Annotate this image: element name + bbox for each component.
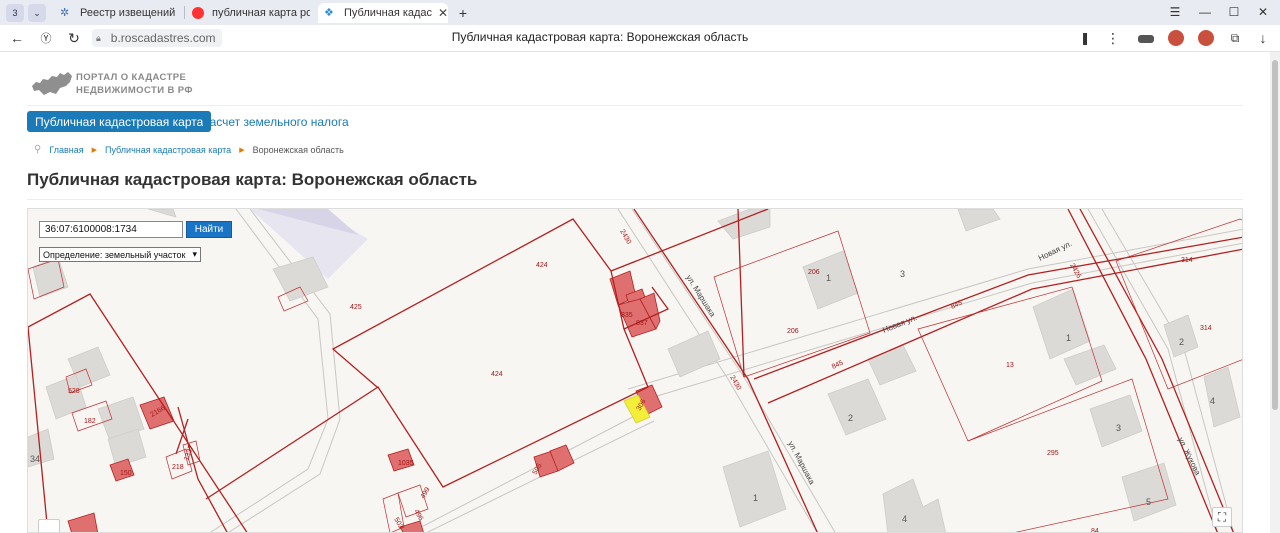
maximize-icon[interactable]: ☐: [1225, 4, 1243, 20]
lock-icon: 🔒︎: [96, 32, 101, 43]
tab-active-cadastral-map[interactable]: ❖ Публичная кадастровая карта ✕: [318, 3, 448, 23]
street-label: ул. Жукова: [1176, 436, 1202, 477]
page-heading: Публичная кадастровая карта: Воронежская…: [27, 170, 478, 189]
parcel-label[interactable]: 3: [900, 269, 905, 279]
tab-title: Публичная кадастровая карта: [344, 7, 432, 19]
parcel-label[interactable]: 182: [84, 418, 96, 425]
building-label: 1: [1066, 333, 1071, 343]
menu-icon[interactable]: ☰: [1166, 4, 1184, 20]
new-tab-icon[interactable]: +: [454, 4, 472, 22]
tab-registry[interactable]: ✲ Реестр извещений: [54, 3, 182, 23]
extension-avatar-icon[interactable]: [1168, 30, 1184, 46]
street-label: Новая ул.: [881, 313, 918, 335]
address-bar: ← Ⓨ ↻ 🔒︎ b.roscadastres.com Публичная ка…: [0, 25, 1280, 52]
parcel-label[interactable]: 845: [950, 299, 964, 310]
tab-bar: 3 ⌄ ✲ Реестр извещений публичная карта р…: [0, 0, 1280, 25]
parcel-label[interactable]: 218: [172, 464, 184, 471]
breadcrumb: ⚲ Главная ▶ Публичная кадастровая карта …: [34, 144, 344, 155]
fullscreen-icon[interactable]: ⛶: [1212, 507, 1232, 527]
parcel-label[interactable]: 845: [831, 359, 845, 370]
building-label: 2: [1179, 337, 1184, 347]
close-window-icon[interactable]: ✕: [1254, 4, 1272, 20]
page-scrollbar[interactable]: [1270, 52, 1280, 533]
yandex-favicon-icon: [192, 7, 204, 19]
nav-cadastral-map-active[interactable]: Публичная кадастровая карта: [27, 111, 212, 132]
parcel-label[interactable]: 2430: [618, 229, 632, 246]
divider: [27, 199, 1243, 200]
parcel-label[interactable]: 528: [68, 388, 80, 395]
parcel-label[interactable]: 424: [536, 262, 548, 269]
extension-shield-icon[interactable]: [1138, 35, 1154, 43]
breadcrumb-arrow-icon: ▶: [239, 146, 245, 154]
cadastral-number-search-input[interactable]: [39, 221, 183, 238]
tabs-menu-chevron-icon[interactable]: ⌄: [28, 4, 46, 22]
divider: [27, 105, 1243, 106]
back-arrow-icon[interactable]: ←: [8, 30, 26, 46]
definition-select-value: Определение: земельный участок: [43, 249, 186, 260]
building-label: 2: [848, 413, 853, 423]
yandex-home-icon[interactable]: Ⓨ: [37, 30, 55, 46]
breadcrumb-home[interactable]: Главная: [49, 145, 83, 155]
parcel-label[interactable]: 206: [787, 328, 799, 335]
more-options-icon[interactable]: ⋮: [1104, 30, 1122, 46]
tab-yandex-search[interactable]: публичная карта росреестра: [186, 3, 310, 23]
building-label: 1: [753, 493, 758, 503]
location-pin-icon: ⚲: [34, 144, 42, 155]
parcel-label[interactable]: 150: [120, 470, 132, 477]
building-label: 1: [826, 273, 831, 283]
registry-favicon-icon: ✲: [60, 7, 70, 19]
url-text: b.roscadastres.com: [110, 31, 216, 45]
nav-land-tax-link[interactable]: Расчет земельного налога: [202, 115, 349, 129]
map-canvas[interactable]: 424 424 425 206 206 314 314 13 295 845 8…: [28, 209, 1243, 533]
building-label: 5: [1146, 497, 1151, 507]
collections-icon[interactable]: ⧉: [1226, 30, 1244, 46]
url-field[interactable]: 🔒︎ b.roscadastres.com: [92, 29, 222, 47]
parcel-label[interactable]: 295: [1047, 450, 1059, 457]
parcel-label[interactable]: 13: [1006, 362, 1014, 369]
parcel-label[interactable]: 837: [636, 320, 648, 327]
page-title-display: Публичная кадастровая карта: Воронежская…: [451, 30, 749, 44]
chevron-down-icon: ▾: [192, 249, 197, 259]
find-button[interactable]: Найти: [186, 221, 232, 238]
parcel-label[interactable]: 206: [808, 269, 820, 276]
parcel-label[interactable]: 34: [30, 454, 40, 464]
parcel-label[interactable]: 84: [1091, 528, 1099, 533]
parcel-label[interactable]: 424: [491, 371, 503, 378]
breadcrumb-current: Воронежская область: [252, 144, 344, 155]
tab-counter[interactable]: 3: [6, 4, 24, 22]
parcel-label[interactable]: 425: [350, 304, 362, 311]
building-label: 4: [1210, 396, 1215, 406]
parcel-label[interactable]: 2426: [1068, 263, 1082, 280]
tab-title: публичная карта росреестра: [212, 7, 310, 19]
building-label: 3: [1116, 423, 1121, 433]
extension-avatar-icon[interactable]: [1198, 30, 1214, 46]
map-favicon-icon: ❖: [324, 7, 334, 19]
building-label: 4: [902, 514, 907, 524]
tab-separator: [184, 6, 185, 19]
bookmark-icon[interactable]: ❚: [1076, 30, 1094, 46]
parcel-label[interactable]: 835: [621, 312, 633, 319]
tab-title: Реестр извещений: [80, 7, 176, 19]
downloads-icon[interactable]: ↓: [1254, 30, 1272, 46]
cadastral-map[interactable]: 424 424 425 206 206 314 314 13 295 845 8…: [27, 208, 1243, 533]
logo-line2: НЕДВИЖИМОСТИ В РФ: [76, 85, 193, 96]
street-label: Новая ул.: [1037, 239, 1073, 263]
site-logo-text[interactable]: ПОРТАЛ О КАДАСТРЕ НЕДВИЖИМОСТИ В РФ: [76, 71, 193, 97]
definition-select[interactable]: Определение: земельный участок ▾: [39, 247, 201, 262]
street-label: ул. Маршака: [786, 440, 817, 487]
parcel-label[interactable]: 1337: [183, 445, 195, 462]
parcel-label[interactable]: 314: [1181, 257, 1193, 264]
russia-map-logo-icon: [32, 72, 72, 95]
parcel-label[interactable]: 496: [412, 509, 424, 523]
parcel-label[interactable]: 314: [1200, 325, 1212, 332]
minimize-icon[interactable]: —: [1196, 4, 1214, 20]
zoom-control[interactable]: [38, 519, 60, 532]
close-tab-icon[interactable]: ✕: [438, 6, 448, 20]
parcel-label[interactable]: 1035: [398, 460, 414, 467]
scrollbar-thumb[interactable]: [1272, 60, 1278, 410]
breadcrumb-arrow-icon: ▶: [91, 146, 97, 154]
breadcrumb-cadastral-map[interactable]: Публичная кадастровая карта: [105, 145, 231, 155]
reload-icon[interactable]: ↻: [65, 30, 83, 46]
logo-line1: ПОРТАЛ О КАДАСТРЕ: [76, 72, 187, 83]
